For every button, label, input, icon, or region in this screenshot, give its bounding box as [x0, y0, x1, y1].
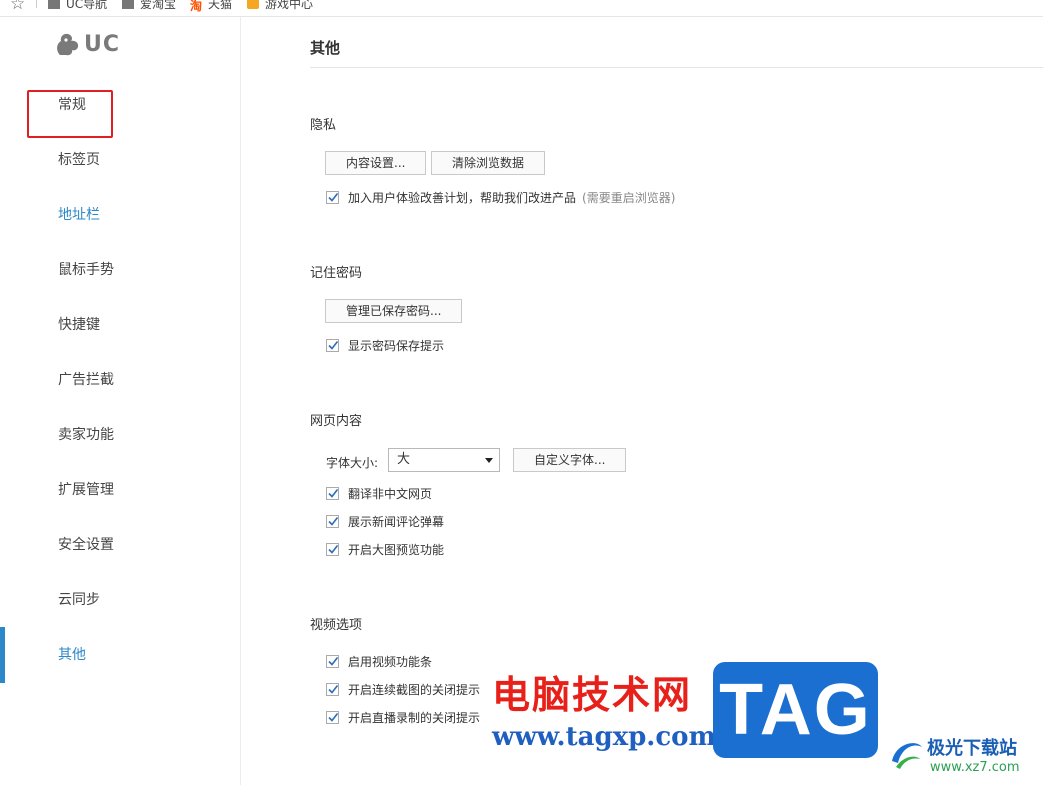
sidebar-item-general[interactable]: 常规	[0, 85, 240, 125]
watermark-tag-logo: TAG	[713, 662, 878, 758]
sidebar-item-label: 快捷键	[58, 317, 100, 333]
show-password-prompt-checkbox[interactable]	[326, 338, 339, 352]
uc-logo: UC	[54, 31, 120, 57]
news-comments-label: 展示新闻评论弹幕	[348, 514, 445, 529]
check-icon	[328, 516, 339, 526]
sidebar-item-label: 鼠标手势	[58, 262, 114, 278]
sidebar-item-address-bar[interactable]: 地址栏	[0, 195, 240, 235]
check-icon	[328, 340, 339, 350]
translate-checkbox[interactable]	[326, 486, 339, 500]
bookmark-label: 游戏中心	[265, 0, 314, 11]
sidebar-item-label: 卖家功能	[58, 427, 114, 443]
video-bar-checkbox[interactable]	[326, 654, 339, 668]
check-icon	[328, 544, 339, 554]
image-preview-option[interactable]: 开启大图预览功能	[326, 541, 444, 557]
recording-prompt-checkbox[interactable]	[326, 710, 339, 724]
translate-option[interactable]: 翻译非中文网页	[326, 485, 432, 501]
bookmark-item[interactable]: 爱淘宝	[122, 0, 176, 12]
sidebar-item-cloud-sync[interactable]: 云同步	[0, 580, 240, 620]
show-password-prompt-label: 显示密码保存提示	[348, 338, 445, 353]
game-icon	[247, 0, 259, 9]
check-icon	[328, 488, 339, 498]
page-title: 其他	[310, 39, 341, 57]
sidebar-item-security[interactable]: 安全设置	[0, 525, 240, 565]
section-title-video: 视频选项	[310, 618, 363, 633]
check-icon	[328, 684, 339, 694]
title-divider	[310, 67, 1043, 68]
ux-plan-option[interactable]: 加入用户体验改善计划，帮助我们改进产品 (需要重启浏览器)	[326, 189, 675, 205]
sidebar-item-label: 广告拦截	[58, 372, 114, 388]
bookmark-star-icon[interactable]: ☆	[10, 0, 25, 14]
video-bar-option[interactable]: 启用视频功能条	[326, 653, 432, 669]
font-size-label: 字体大小:	[326, 456, 379, 470]
sidebar-item-ad-block[interactable]: 广告拦截	[0, 360, 240, 400]
watermark-cn-text: 电脑技术网	[492, 673, 693, 717]
news-comments-option[interactable]: 展示新闻评论弹幕	[326, 513, 444, 529]
font-size-value: 大	[397, 452, 411, 467]
sidebar-item-mouse-gestures[interactable]: 鼠标手势	[0, 250, 240, 290]
custom-font-button[interactable]: 自定义字体...	[513, 448, 627, 472]
bookmark-item[interactable]: UC导航	[48, 0, 107, 12]
sidebar-item-label: 安全设置	[58, 537, 114, 553]
content-settings-button[interactable]: 内容设置...	[325, 151, 427, 175]
clear-browsing-data-button[interactable]: 清除浏览数据	[431, 151, 546, 175]
check-icon	[328, 712, 339, 722]
sidebar-item-label: 标签页	[58, 152, 100, 168]
uc-squirrel-icon	[57, 33, 79, 56]
watermark-brand-url: www.xz7.com	[930, 760, 1020, 775]
bookmark-label: 天猫	[208, 0, 233, 11]
bookmarks-bar: ☆ UC导航 爱淘宝 淘 天猫 游戏中心	[0, 0, 1043, 17]
check-icon	[328, 192, 339, 202]
taobao-icon: 淘	[190, 0, 203, 13]
bookmark-item[interactable]: 淘 天猫	[190, 0, 233, 13]
news-comments-checkbox[interactable]	[326, 514, 339, 528]
sidebar-item-seller-features[interactable]: 卖家功能	[0, 415, 240, 455]
bookmark-item[interactable]: 游戏中心	[247, 0, 313, 12]
sidebar-item-label: 扩展管理	[58, 482, 114, 498]
image-preview-checkbox[interactable]	[326, 542, 339, 556]
ux-plan-hint: (需要重启浏览器)	[582, 190, 676, 205]
sidebar-item-other[interactable]: 其他	[0, 627, 240, 683]
translate-label: 翻译非中文网页	[348, 486, 433, 501]
section-title-web-content: 网页内容	[310, 414, 363, 429]
sidebar-item-extensions[interactable]: 扩展管理	[0, 470, 240, 510]
folder-icon	[122, 0, 134, 9]
logo-text: UC	[84, 31, 121, 57]
ux-plan-label: 加入用户体验改善计划，帮助我们改进产品	[348, 190, 577, 205]
recording-prompt-label: 开启直播录制的关闭提示	[348, 710, 481, 725]
folder-icon	[48, 0, 60, 9]
sidebar-item-label: 地址栏	[58, 207, 100, 223]
sidebar-item-label: 其他	[58, 647, 86, 663]
screenshot-prompt-option[interactable]: 开启连续截图的关闭提示	[326, 681, 480, 697]
watermark-brand: 极光下载站	[927, 738, 1017, 759]
font-size-select[interactable]: 大	[388, 448, 500, 472]
section-title-privacy: 隐私	[310, 118, 337, 133]
manage-passwords-button[interactable]: 管理已保存密码...	[325, 299, 463, 323]
chevron-down-icon	[485, 458, 493, 463]
sidebar-item-shortcuts[interactable]: 快捷键	[0, 305, 240, 345]
sidebar-item-tabs[interactable]: 标签页	[0, 140, 240, 180]
sidebar-item-label: 常规	[58, 97, 86, 113]
screenshot-prompt-label: 开启连续截图的关闭提示	[348, 682, 481, 697]
show-password-prompt-option[interactable]: 显示密码保存提示	[326, 337, 444, 353]
recording-prompt-option[interactable]: 开启直播录制的关闭提示	[326, 709, 480, 725]
bookmark-label: 爱淘宝	[140, 0, 177, 11]
image-preview-label: 开启大图预览功能	[348, 542, 445, 557]
ux-plan-checkbox[interactable]	[326, 190, 339, 204]
settings-sidebar: UC 常规 标签页 地址栏 鼠标手势 快捷键 广告拦截 卖家功能 扩展管理 安全…	[0, 17, 241, 785]
screenshot-prompt-checkbox[interactable]	[326, 682, 339, 696]
aurora-logo-icon	[892, 743, 922, 769]
video-bar-label: 启用视频功能条	[348, 654, 433, 669]
section-title-passwords: 记住密码	[310, 266, 363, 281]
bookmark-label: UC导航	[66, 0, 108, 11]
check-icon	[328, 656, 339, 666]
bookmarks-separator	[36, 0, 37, 8]
sidebar-item-label: 云同步	[58, 592, 100, 608]
watermark-url: www.tagxp.com	[492, 722, 717, 752]
